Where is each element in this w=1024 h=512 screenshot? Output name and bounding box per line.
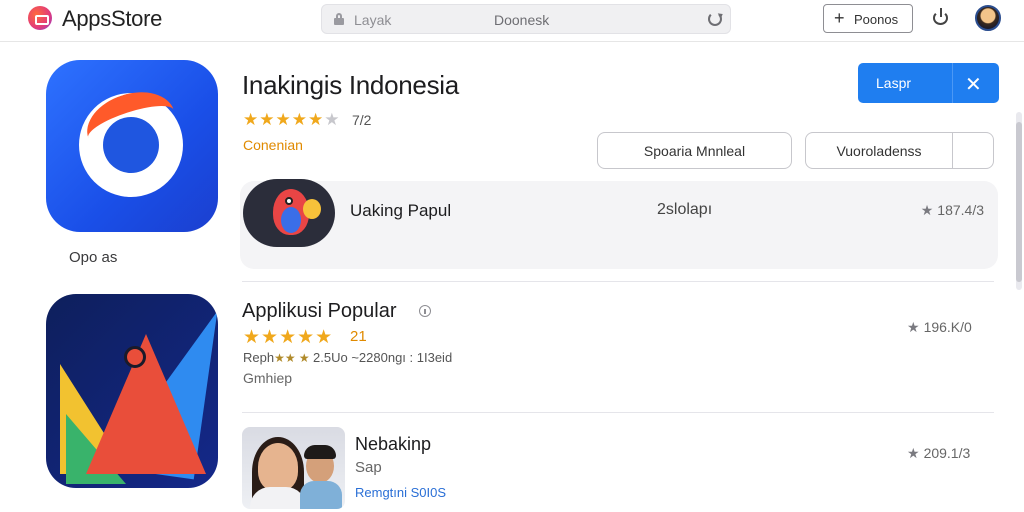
- bird-app-icon: [243, 179, 335, 247]
- option-button-1[interactable]: Spoaria Mnnleal: [597, 132, 792, 169]
- featured-subtitle: 2slolapı: [657, 201, 713, 218]
- row3-subtitle: Sap: [355, 459, 382, 476]
- row3-rating-value: 209.1/3: [923, 445, 971, 461]
- popular-rating-count: 21: [350, 328, 367, 345]
- top-bar: AppsStore Layak Doonesk + Poonos: [0, 0, 1024, 42]
- rating-stars: ★★★★★★: [243, 110, 341, 129]
- app-category[interactable]: Conenian: [243, 137, 303, 153]
- get-button[interactable]: Laspr ✕: [858, 63, 999, 103]
- row3-rating: ★ 209.1/3: [907, 445, 970, 462]
- scrollbar-thumb[interactable]: [1016, 122, 1022, 282]
- divider: [242, 412, 994, 413]
- new-button-label: Poonos: [854, 12, 899, 27]
- reload-icon[interactable]: [708, 12, 722, 26]
- option-button-2-label: Vuoroladenss: [836, 143, 922, 159]
- app-name: AppsStore: [62, 6, 163, 31]
- avatar[interactable]: [975, 5, 1001, 31]
- close-icon[interactable]: ✕: [965, 72, 982, 97]
- star-icon: ★: [907, 445, 920, 461]
- featured-title: Uaking Papul: [350, 201, 452, 220]
- button-divider: [952, 63, 953, 103]
- rating-count: 7/2: [352, 112, 372, 128]
- scrollbar[interactable]: [1016, 112, 1022, 290]
- plus-icon: +: [834, 8, 845, 28]
- icon-caption: Opo as: [69, 249, 118, 266]
- featured-rating: ★ 187.4/3: [921, 202, 984, 219]
- popular-subtitle: Gmhiep: [243, 370, 293, 386]
- search-hint: Layak: [354, 12, 392, 28]
- popular-title: Applikusi Popular: [242, 300, 397, 322]
- divider: [242, 281, 994, 282]
- app-store-logo-icon[interactable]: [28, 6, 52, 30]
- star-icon: ★: [907, 319, 920, 335]
- popular-rating-value: 196.K/0: [923, 319, 972, 335]
- option-button-1-label: Spoaria Mnnleal: [643, 143, 746, 159]
- option-divider: [952, 133, 953, 168]
- search-input[interactable]: Doonesk: [494, 12, 549, 28]
- star-icon: ★: [920, 202, 934, 218]
- popular-meta-text: 2.5Uo ~2280ngı : 1I3eid: [313, 350, 453, 365]
- address-bar[interactable]: Layak Doonesk: [321, 4, 731, 34]
- lock-icon: [334, 13, 344, 25]
- featured-rating-value: 187.4/3: [937, 202, 984, 218]
- info-icon[interactable]: [419, 305, 431, 317]
- power-icon[interactable]: [932, 8, 950, 26]
- popular-app-icon: [46, 294, 218, 488]
- new-button[interactable]: + Poonos: [823, 4, 913, 33]
- popular-meta-prefix: Reph: [243, 350, 275, 365]
- mini-stars: ★★ ★: [274, 351, 314, 365]
- popular-rating: ★ 196.K/0: [907, 319, 972, 336]
- app-title: Inakingis Indonesia: [242, 70, 459, 100]
- popular-meta: Reph★★ ★ 2.5Uo ~2280ngı : 1I3eid: [243, 350, 452, 365]
- featured-card[interactable]: Uaking Papul 2slolapı ★ 187.4/3: [240, 179, 998, 269]
- row3-title: Nebakinp: [355, 434, 432, 454]
- option-button-2[interactable]: Vuoroladenss: [805, 132, 994, 169]
- popular-rating-stars: ★★★★★: [243, 327, 334, 348]
- get-button-label: Laspr: [876, 75, 912, 91]
- app-icon: [46, 60, 218, 232]
- row3-link[interactable]: Remgtıni S0I0S: [355, 485, 446, 500]
- app-thumbnail[interactable]: [242, 427, 345, 509]
